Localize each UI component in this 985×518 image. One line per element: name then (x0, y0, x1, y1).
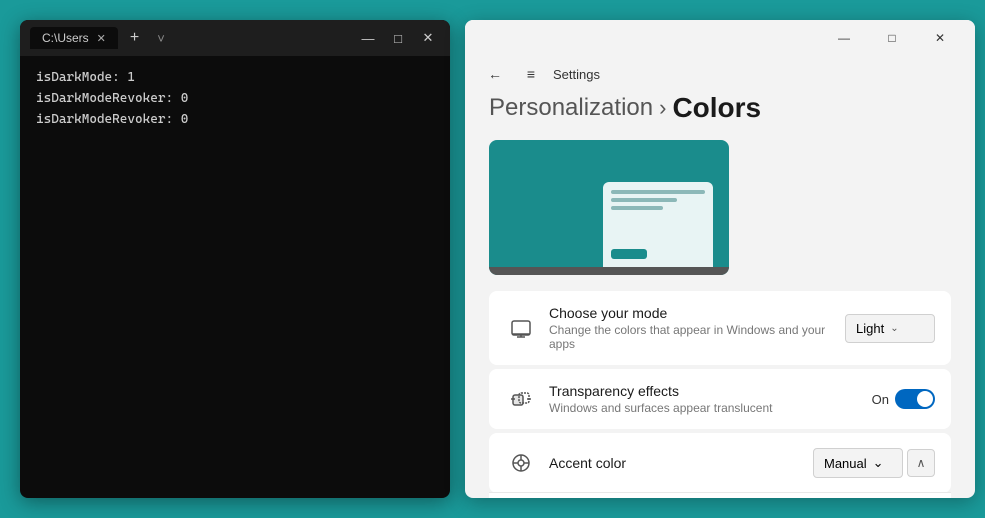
recent-colors-section: Recent colors (489, 492, 951, 498)
preview-line-2 (611, 198, 677, 202)
terminal-tab-label: C:\Users (42, 31, 89, 45)
breadcrumb-current: Colors (672, 92, 761, 124)
settings-app-title: Settings (553, 67, 600, 82)
accent-color-chevron-icon: ⌄ (873, 455, 884, 471)
accent-color-value: Manual (824, 456, 867, 471)
settings-maximize-btn[interactable]: □ (869, 22, 915, 54)
choose-mode-icon (505, 312, 537, 344)
desktop: C:\Users ✕ + ˅ — □ ✕ isDarkMode: 1 isDar… (0, 0, 985, 518)
settings-content: Personalization › Colors (465, 92, 975, 498)
transparency-icon (505, 383, 537, 415)
terminal-titlebar: C:\Users ✕ + ˅ — □ ✕ (20, 20, 450, 56)
preview-button-mock (611, 249, 647, 259)
settings-minimize-btn[interactable]: — (821, 22, 867, 54)
breadcrumb-parent[interactable]: Personalization (489, 94, 653, 122)
preview-line-1 (611, 190, 705, 194)
terminal-minimize-btn[interactable]: — (356, 26, 380, 50)
choose-mode-chevron-icon: ⌄ (890, 323, 898, 334)
accent-expand-btn[interactable]: ∧ (907, 449, 935, 477)
settings-titlebar-actions: — □ ✕ (821, 22, 963, 54)
terminal-titlebar-actions: — □ ✕ (356, 26, 440, 50)
settings-hamburger-btn[interactable]: ≡ (517, 60, 545, 88)
transparency-toggle-label: On (872, 392, 889, 407)
transparency-toggle-container: On (872, 389, 935, 409)
accent-color-icon (505, 447, 537, 479)
choose-mode-value: Light (856, 321, 884, 336)
breadcrumb-separator: › (659, 95, 666, 121)
terminal-tab-close-btn[interactable]: ✕ (97, 32, 106, 45)
preview-container (489, 140, 951, 275)
terminal-content: isDarkMode: 1 isDarkModeRevoker: 0 isDar… (20, 56, 450, 498)
terminal-line-3: isDarkModeRevoker: 0 (36, 110, 434, 131)
settings-close-btn[interactable]: ✕ (917, 22, 963, 54)
choose-mode-text: Choose your mode Change the colors that … (549, 305, 845, 351)
accent-expand-icon: ∧ (917, 456, 926, 470)
accent-color-control: Manual ⌄ ∧ (813, 448, 935, 478)
terminal-close-btn[interactable]: ✕ (416, 26, 440, 50)
transparency-title: Transparency effects (549, 383, 872, 399)
choose-mode-row: Choose your mode Change the colors that … (489, 291, 951, 365)
choose-mode-title: Choose your mode (549, 305, 845, 321)
transparency-row: Transparency effects Windows and surface… (489, 369, 951, 429)
terminal-line-1: isDarkMode: 1 (36, 68, 434, 89)
settings-back-btn[interactable]: ← (481, 60, 509, 88)
breadcrumb: Personalization › Colors (489, 92, 951, 124)
accent-color-dropdown[interactable]: Manual ⌄ (813, 448, 903, 478)
preview-window-mock (603, 182, 713, 267)
preview-line-3 (611, 206, 663, 210)
accent-color-text: Accent color (549, 455, 813, 471)
transparency-toggle[interactable] (895, 389, 935, 409)
terminal-line-2: isDarkModeRevoker: 0 (36, 89, 434, 110)
settings-toolbar: ← ≡ Settings (465, 56, 975, 92)
choose-mode-subtitle: Change the colors that appear in Windows… (549, 323, 845, 351)
accent-color-title: Accent color (549, 455, 813, 471)
choose-mode-dropdown[interactable]: Light ⌄ (845, 314, 935, 343)
settings-window: — □ ✕ ← ≡ Settings Personalization › Col… (465, 20, 975, 498)
terminal-new-tab-btn[interactable]: + (126, 29, 143, 47)
preview-image (489, 140, 729, 275)
terminal-maximize-btn[interactable]: □ (386, 26, 410, 50)
terminal-window: C:\Users ✕ + ˅ — □ ✕ isDarkMode: 1 isDar… (20, 20, 450, 498)
settings-titlebar: — □ ✕ (465, 20, 975, 56)
transparency-subtitle: Windows and surfaces appear translucent (549, 401, 872, 415)
terminal-tab[interactable]: C:\Users ✕ (30, 27, 118, 49)
choose-mode-control[interactable]: Light ⌄ (845, 314, 935, 343)
accent-color-row: Accent color Manual ⌄ ∧ (489, 433, 951, 493)
transparency-text: Transparency effects Windows and surface… (549, 383, 872, 415)
